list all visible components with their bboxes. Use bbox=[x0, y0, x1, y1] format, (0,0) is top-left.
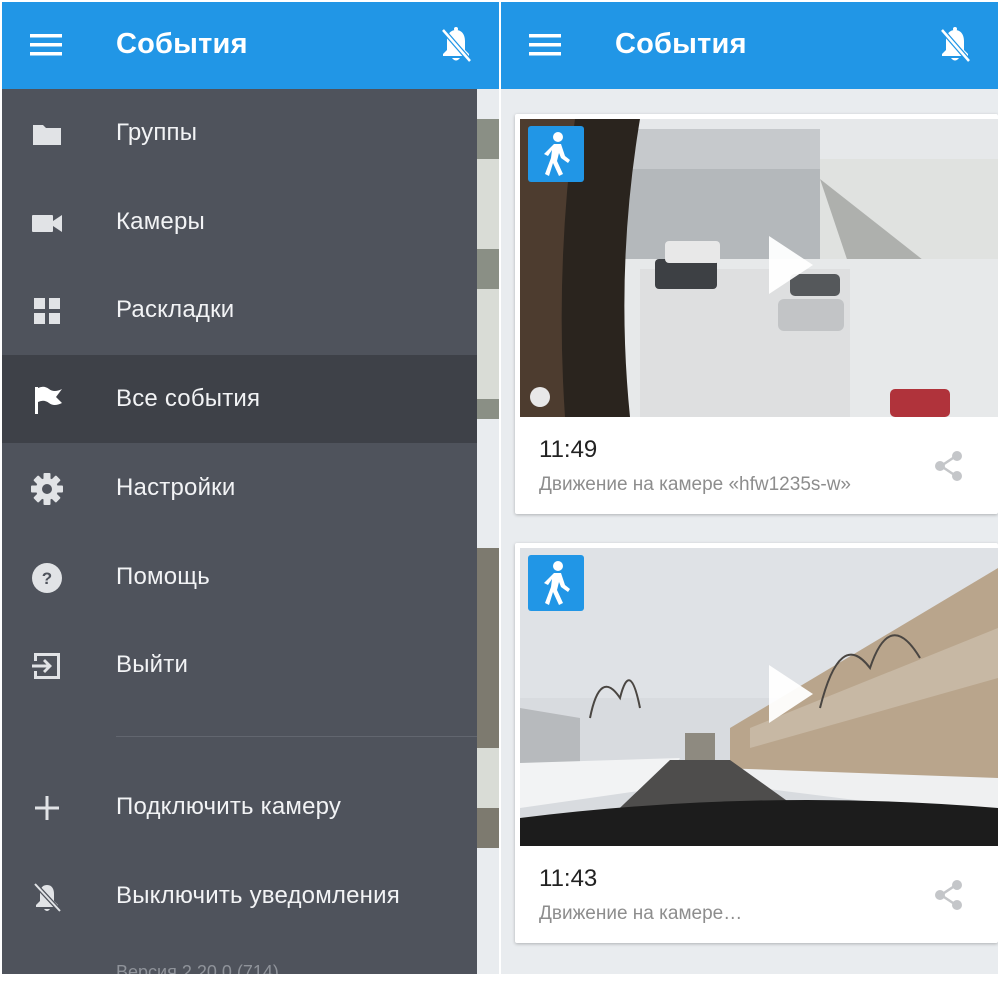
menu-icon[interactable] bbox=[529, 32, 561, 58]
drawer-item-groups[interactable]: Группы bbox=[2, 89, 477, 177]
help-icon: ? bbox=[32, 563, 62, 593]
drawer-item-logout[interactable]: Выйти bbox=[2, 621, 477, 709]
drawer-item-layouts[interactable]: Раскладки bbox=[2, 266, 477, 354]
motion-badge bbox=[528, 555, 584, 611]
drawer-item-label: Группы bbox=[116, 119, 198, 146]
event-card[interactable]: 11:49 Движение на камере «hfw1235s-w» bbox=[515, 114, 998, 514]
app-title: События bbox=[615, 28, 747, 60]
drawer-item-disable-notifications[interactable]: Выключить уведомления bbox=[2, 852, 477, 940]
walking-person-icon bbox=[544, 561, 570, 605]
drawer-item-settings[interactable]: Настройки bbox=[2, 444, 477, 532]
walking-person-icon bbox=[544, 132, 570, 176]
drawer-item-label: Помощь bbox=[116, 563, 210, 590]
folder-icon bbox=[33, 125, 61, 145]
background-thumbnail-2 bbox=[477, 548, 499, 848]
drawer-item-add-camera[interactable]: Подключить камеру bbox=[2, 763, 477, 851]
grid-icon bbox=[34, 298, 60, 324]
motion-badge bbox=[528, 126, 584, 182]
notifications-off-icon[interactable] bbox=[938, 26, 972, 64]
drawer-item-label: Выйти bbox=[116, 651, 189, 678]
drawer-item-label: Выключить уведомления bbox=[116, 882, 400, 909]
event-thumbnail[interactable] bbox=[520, 119, 998, 417]
drawer-item-label: Настройки bbox=[116, 474, 236, 501]
share-icon[interactable] bbox=[934, 879, 964, 911]
gear-icon bbox=[31, 473, 63, 505]
notifications-off-icon[interactable] bbox=[439, 26, 473, 64]
svg-text:?: ? bbox=[42, 569, 52, 588]
navigation-drawer: Группы Камеры Раскладки Все события Наст… bbox=[2, 89, 477, 974]
event-card[interactable]: 11:43 Движение на камере… bbox=[515, 543, 998, 943]
drawer-divider bbox=[116, 736, 477, 737]
drawer-item-label: Все события bbox=[116, 385, 261, 412]
play-icon[interactable] bbox=[765, 234, 815, 296]
event-time: 11:49 bbox=[539, 436, 598, 463]
video-camera-icon bbox=[32, 215, 62, 232]
drawer-item-all-events[interactable]: Все события bbox=[2, 355, 477, 443]
event-description: Движение на камере «hfw1235s-w» bbox=[539, 474, 851, 495]
drawer-screen: События Группы Камеры Раскладки Все собы… bbox=[2, 2, 499, 974]
app-title: События bbox=[116, 28, 248, 60]
exit-icon bbox=[32, 653, 60, 679]
drawer-item-cameras[interactable]: Камеры bbox=[2, 178, 477, 266]
plus-icon bbox=[35, 796, 59, 820]
background-thumbnail-1 bbox=[477, 119, 499, 419]
share-icon[interactable] bbox=[934, 450, 964, 482]
play-icon[interactable] bbox=[765, 663, 815, 725]
flag-icon bbox=[35, 386, 62, 414]
drawer-item-label: Подключить камеру bbox=[116, 793, 342, 820]
app-version: Версия 2.20.0 (714) bbox=[116, 962, 279, 974]
event-thumbnail[interactable] bbox=[520, 548, 998, 846]
menu-icon[interactable] bbox=[30, 32, 62, 58]
drawer-item-help[interactable]: ? Помощь bbox=[2, 533, 477, 621]
event-description: Движение на камере… bbox=[539, 903, 743, 924]
drawer-item-label: Камеры bbox=[116, 208, 205, 235]
bell-off-icon bbox=[33, 882, 62, 913]
app-bar: События bbox=[2, 2, 499, 89]
event-time: 11:43 bbox=[539, 865, 598, 892]
events-screen: События 11:49 Движение на камере «hfw123… bbox=[501, 2, 998, 974]
app-bar: События bbox=[501, 2, 998, 89]
drawer-item-label: Раскладки bbox=[116, 296, 235, 323]
